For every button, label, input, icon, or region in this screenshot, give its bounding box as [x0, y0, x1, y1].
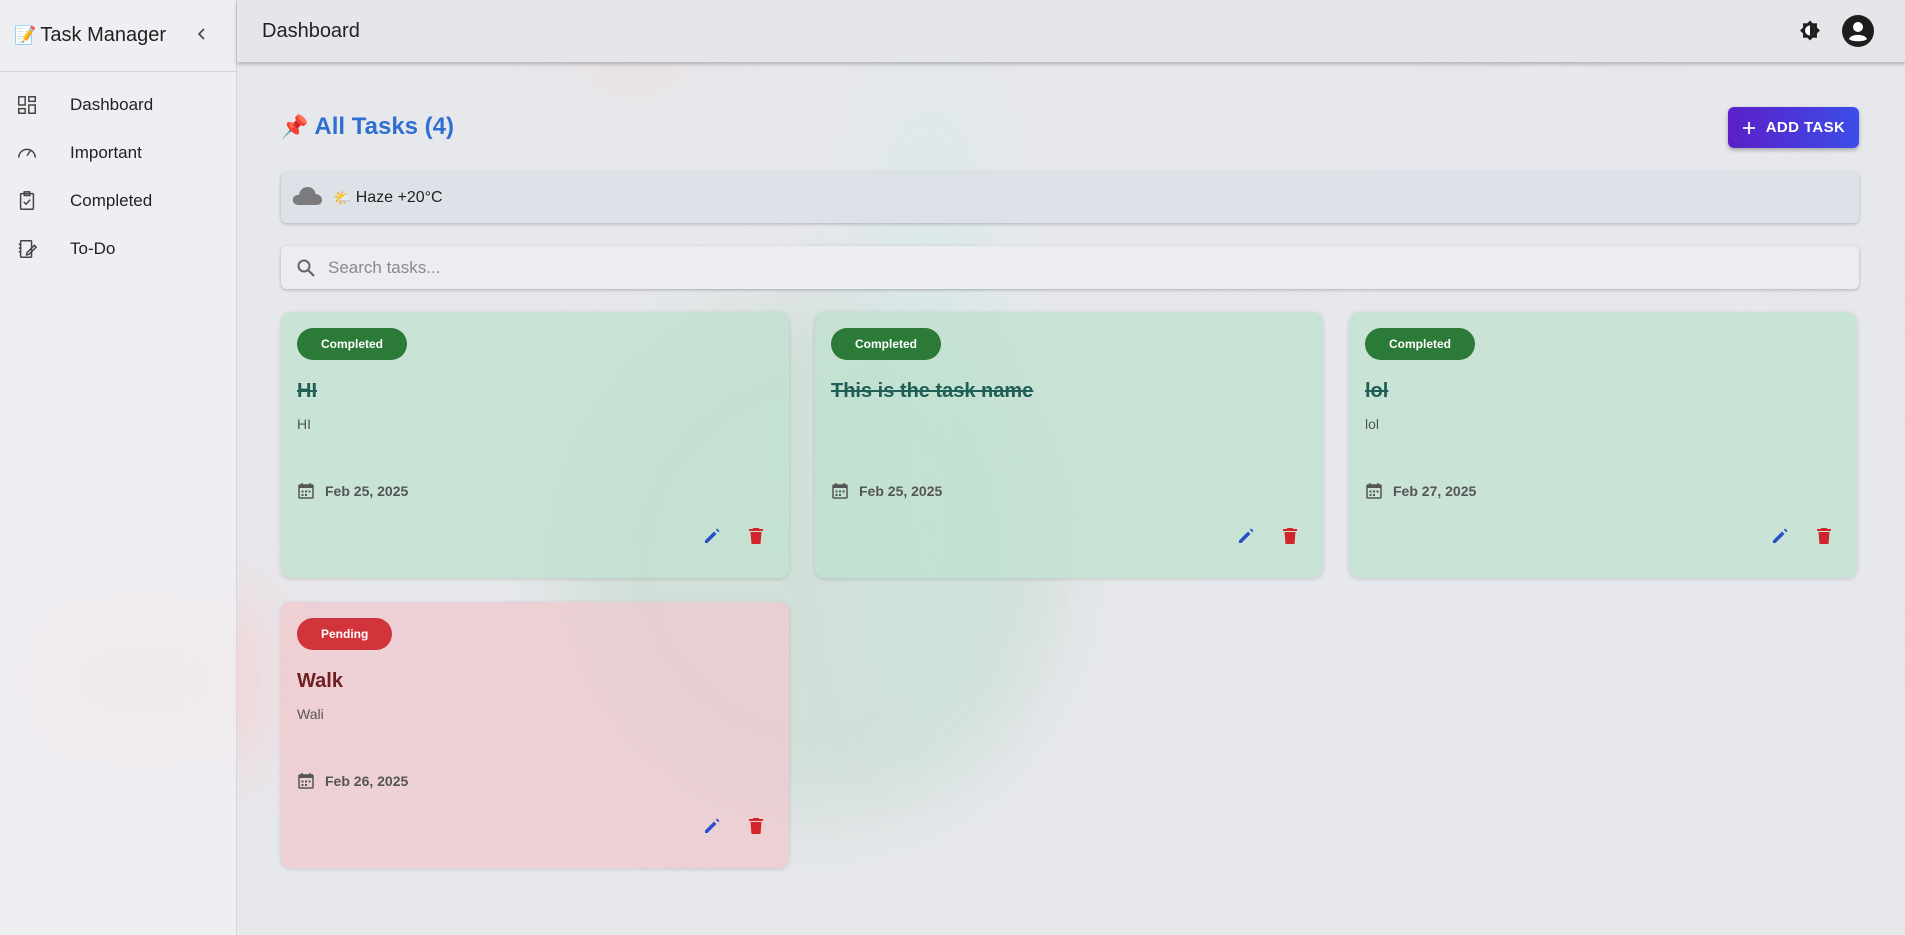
edit-icon[interactable] — [701, 815, 723, 837]
weather-emoji: 🌤️ — [333, 189, 352, 207]
cloud-icon — [291, 184, 323, 211]
task-date: Feb 26, 2025 — [297, 772, 408, 790]
account-icon[interactable] — [1841, 14, 1875, 48]
task-card[interactable]: Pending Walk Wali Feb 26, 2025 — [281, 602, 789, 868]
calendar-icon — [832, 483, 848, 499]
chevron-left-icon[interactable] — [192, 24, 212, 44]
add-task-button[interactable]: ADD TASK — [1728, 107, 1859, 148]
tasks-heading-text: All Tasks (4) — [314, 113, 455, 140]
task-card[interactable]: Completed HI HI Feb 25, 2025 — [281, 312, 789, 578]
brightness-icon[interactable] — [1793, 14, 1827, 48]
task-title: Walk — [297, 670, 343, 692]
status-badge: Pending — [297, 618, 393, 650]
calendar-icon — [1366, 483, 1382, 499]
edit-icon[interactable] — [1235, 525, 1257, 547]
search-bar — [281, 246, 1859, 289]
task-description: HI — [297, 416, 311, 432]
status-badge: Completed — [1365, 328, 1476, 360]
task-card[interactable]: Completed lol lol Feb 27, 2025 — [1349, 312, 1857, 578]
speedometer-icon — [14, 140, 40, 166]
task-description: lol — [1365, 416, 1380, 432]
calendar-icon — [298, 483, 314, 499]
edit-icon[interactable] — [1769, 525, 1791, 547]
task-date-text: Feb 26, 2025 — [325, 773, 409, 789]
status-badge: Completed — [297, 328, 408, 360]
sidebar-header: 📝 Task Manager — [0, 0, 236, 72]
app-title: Task Manager — [40, 24, 167, 46]
page-title: Dashboard — [262, 19, 360, 42]
task-description — [831, 416, 1307, 434]
search-input[interactable] — [326, 256, 1730, 279]
task-date: Feb 25, 2025 — [297, 482, 408, 500]
sidebar-item-dashboard[interactable]: Dashboard — [0, 81, 236, 129]
pin-emoji: 📌 — [281, 114, 309, 139]
sidebar-item-important[interactable]: Important — [0, 129, 236, 177]
status-badge: Completed — [831, 328, 942, 360]
topbar: Dashboard — [237, 0, 1905, 62]
add-task-label: ADD TASK — [1765, 119, 1846, 136]
dashboard-icon — [14, 92, 40, 118]
sidebar-item-completed[interactable]: Completed — [0, 177, 236, 225]
sidebar-item-label: To-Do — [70, 239, 116, 258]
task-date-text: Feb 25, 2025 — [859, 483, 943, 499]
weather-bar: 🌤️ Haze +20°C — [281, 172, 1859, 223]
plus-icon — [1742, 121, 1755, 134]
weather-text: Haze +20°C — [355, 188, 443, 206]
task-title: This is the task name — [831, 380, 1034, 402]
sidebar: 📝 Task Manager Dashboard Important Compl… — [0, 0, 237, 935]
edit-icon[interactable] — [701, 525, 723, 547]
sidebar-item-label: Completed — [70, 191, 153, 210]
task-date-text: Feb 27, 2025 — [1393, 483, 1477, 499]
clipboard-check-icon — [14, 188, 40, 214]
sidebar-item-label: Important — [70, 143, 142, 162]
search-icon — [296, 258, 316, 278]
delete-icon[interactable] — [1279, 525, 1301, 547]
edit-note-icon — [14, 236, 40, 262]
delete-icon[interactable] — [745, 815, 767, 837]
delete-icon[interactable] — [1813, 525, 1835, 547]
calendar-icon — [298, 773, 314, 789]
delete-icon[interactable] — [745, 525, 767, 547]
sidebar-nav: Dashboard Important Completed To-Do — [0, 72, 236, 273]
tasks-heading: 📌 All Tasks (4) — [281, 113, 454, 141]
task-description: Wali — [297, 706, 324, 722]
tasks-header: 📌 All Tasks (4) ADD TASK — [281, 107, 1859, 151]
sidebar-item-label: Dashboard — [70, 95, 154, 114]
task-date: Feb 27, 2025 — [1365, 482, 1476, 500]
task-date: Feb 25, 2025 — [831, 482, 942, 500]
task-title: lol — [1365, 380, 1389, 402]
task-date-text: Feb 25, 2025 — [325, 483, 409, 499]
sidebar-item-todo[interactable]: To-Do — [0, 225, 236, 273]
task-title: HI — [297, 380, 317, 402]
task-card[interactable]: Completed This is the task name Feb 25, … — [815, 312, 1323, 578]
memo-emoji: 📝 — [14, 25, 37, 45]
